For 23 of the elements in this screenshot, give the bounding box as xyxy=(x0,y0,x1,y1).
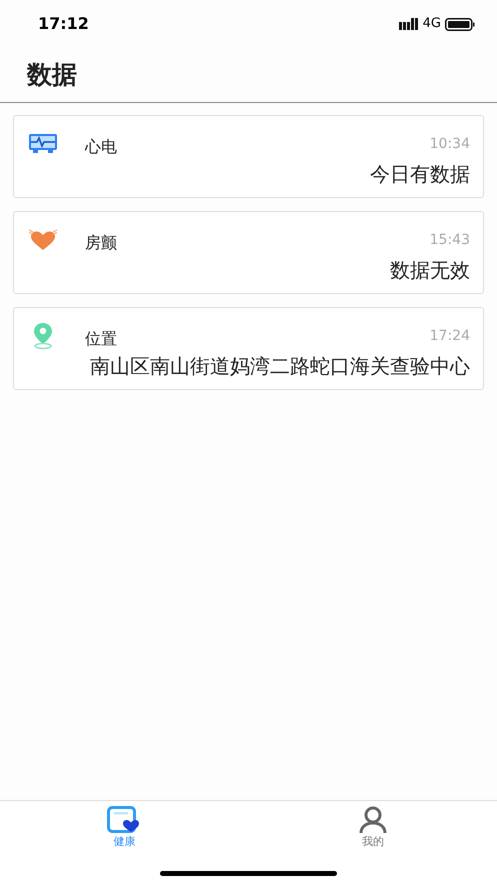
card-value: 南山区南山街道妈湾二路蛇口海关查验中心 xyxy=(90,353,470,380)
battery-icon xyxy=(445,18,475,30)
card-time: 15:43 xyxy=(430,230,470,250)
card-title: 位置 xyxy=(85,328,117,350)
person-icon xyxy=(358,806,388,834)
card-value: 今日有数据 xyxy=(370,161,470,188)
data-card[interactable]: 心电 10:34 今日有数据 xyxy=(13,115,484,198)
card-title: 心电 xyxy=(85,136,117,158)
status-time: 17:12 xyxy=(38,13,89,35)
card-value: 数据无效 xyxy=(390,257,470,284)
tab-bar-item[interactable]: 健康 xyxy=(0,801,248,853)
network-type: 4G xyxy=(422,15,441,34)
card-time: 17:24 xyxy=(430,326,470,346)
health-card-icon xyxy=(107,806,142,834)
card-time: 10:34 xyxy=(430,134,470,154)
monitor-icon xyxy=(28,133,58,155)
data-card[interactable]: 房颤 15:43 数据无效 xyxy=(13,211,484,294)
data-card[interactable]: 位置 17:24 南山区南山街道妈湾二路蛇口海关查验中心 xyxy=(13,307,484,390)
heart-icon xyxy=(28,228,58,252)
page-title: 数据 xyxy=(27,59,77,92)
tab-bar-item[interactable]: 我的 xyxy=(248,801,497,853)
signal-icon xyxy=(398,18,419,30)
card-title: 房颤 xyxy=(85,232,117,254)
